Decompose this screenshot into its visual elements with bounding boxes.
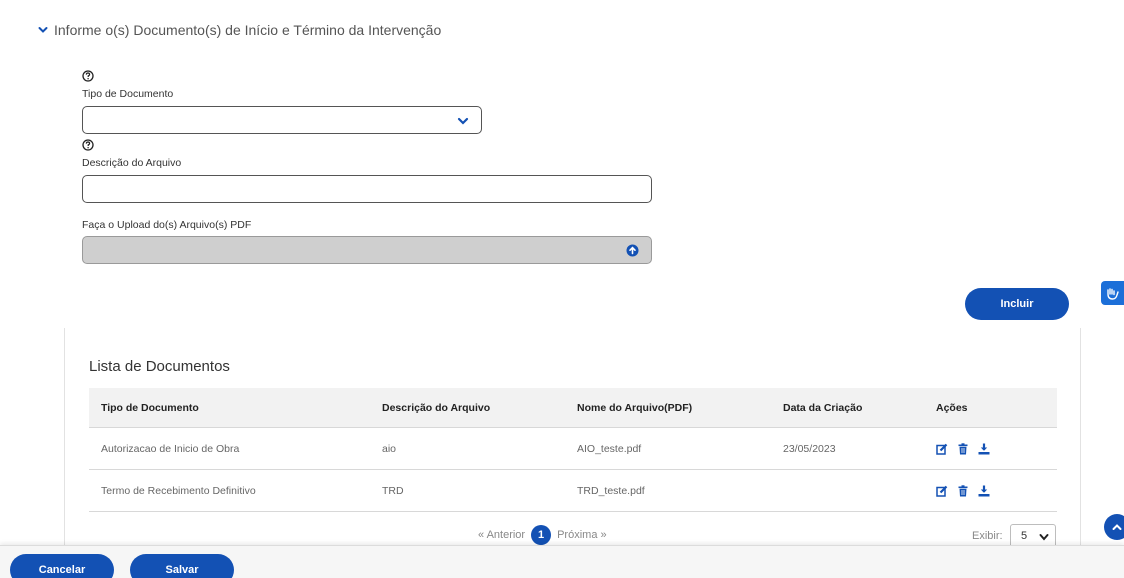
help-icon[interactable] [82,70,94,82]
pagination: « Anterior 1 Próxima » [478,525,607,545]
descricao-arquivo-label: Descrição do Arquivo [82,157,182,169]
table-header: Tipo de Documento Descrição do Arquivo N… [89,388,1057,428]
table-row: Autorizacao de Inicio de Obra aio AIO_te… [89,428,1057,470]
cell-nome: AIO_teste.pdf [577,442,642,455]
descricao-arquivo-input[interactable] [82,175,652,203]
list-title: Lista de Documentos [89,358,230,375]
section-header[interactable]: Informe o(s) Documento(s) de Início e Té… [38,22,441,38]
header-descricao: Descrição do Arquivo [382,401,491,414]
edit-icon[interactable] [936,485,948,497]
cancelar-button[interactable]: Cancelar [10,554,114,578]
upload-label: Faça o Upload do(s) Arquivo(s) PDF [82,219,252,231]
header-data: Data da Criação [783,401,863,414]
edit-icon[interactable] [936,443,948,455]
pagination-next[interactable]: Próxima » [557,529,607,541]
cell-tipo: Autorizacao de Inicio de Obra [101,442,240,455]
cell-descricao: aio [382,442,397,455]
documents-table: Tipo de Documento Descrição do Arquivo N… [89,388,1057,512]
help-icon[interactable] [82,139,94,151]
exibir-label: Exibir: [972,530,1003,542]
pagination-current-page[interactable]: 1 [531,525,552,545]
header-nome: Nome do Arquivo(PDF) [577,401,693,414]
exibir-value: 5 [1021,530,1028,542]
row-actions [936,442,990,455]
arrow-up-icon [1112,524,1122,530]
vlibras-widget[interactable] [1101,281,1124,305]
download-icon[interactable] [978,443,990,455]
header-acoes: Ações [936,401,968,414]
download-icon[interactable] [978,485,990,497]
trash-icon[interactable] [957,442,969,455]
cell-data: 23/05/2023 [783,442,836,455]
incluir-button[interactable]: Incluir [965,288,1069,320]
header-tipo: Tipo de Documento [101,401,199,414]
tipo-documento-label: Tipo de Documento [82,88,174,100]
chevron-down-icon [38,27,48,33]
cell-tipo: Termo de Recebimento Definitivo [101,484,256,497]
trash-icon[interactable] [957,484,969,497]
chevron-down-icon [457,117,469,125]
upload-icon[interactable] [626,244,639,257]
cell-descricao: TRD [382,484,404,497]
sign-language-icon [1107,287,1119,300]
table-row: Termo de Recebimento Definitivo TRD TRD_… [89,470,1057,512]
salvar-button[interactable]: Salvar [130,554,234,578]
section-title: Informe o(s) Documento(s) de Início e Té… [54,22,442,38]
pagination-prev[interactable]: « Anterior [478,529,525,541]
upload-pdf-field[interactable] [82,236,652,264]
scroll-to-top-button[interactable] [1104,514,1124,540]
cell-nome: TRD_teste.pdf [577,484,645,497]
chevron-down-icon [1039,534,1049,541]
row-actions [936,484,990,497]
tipo-documento-select[interactable] [82,106,482,134]
